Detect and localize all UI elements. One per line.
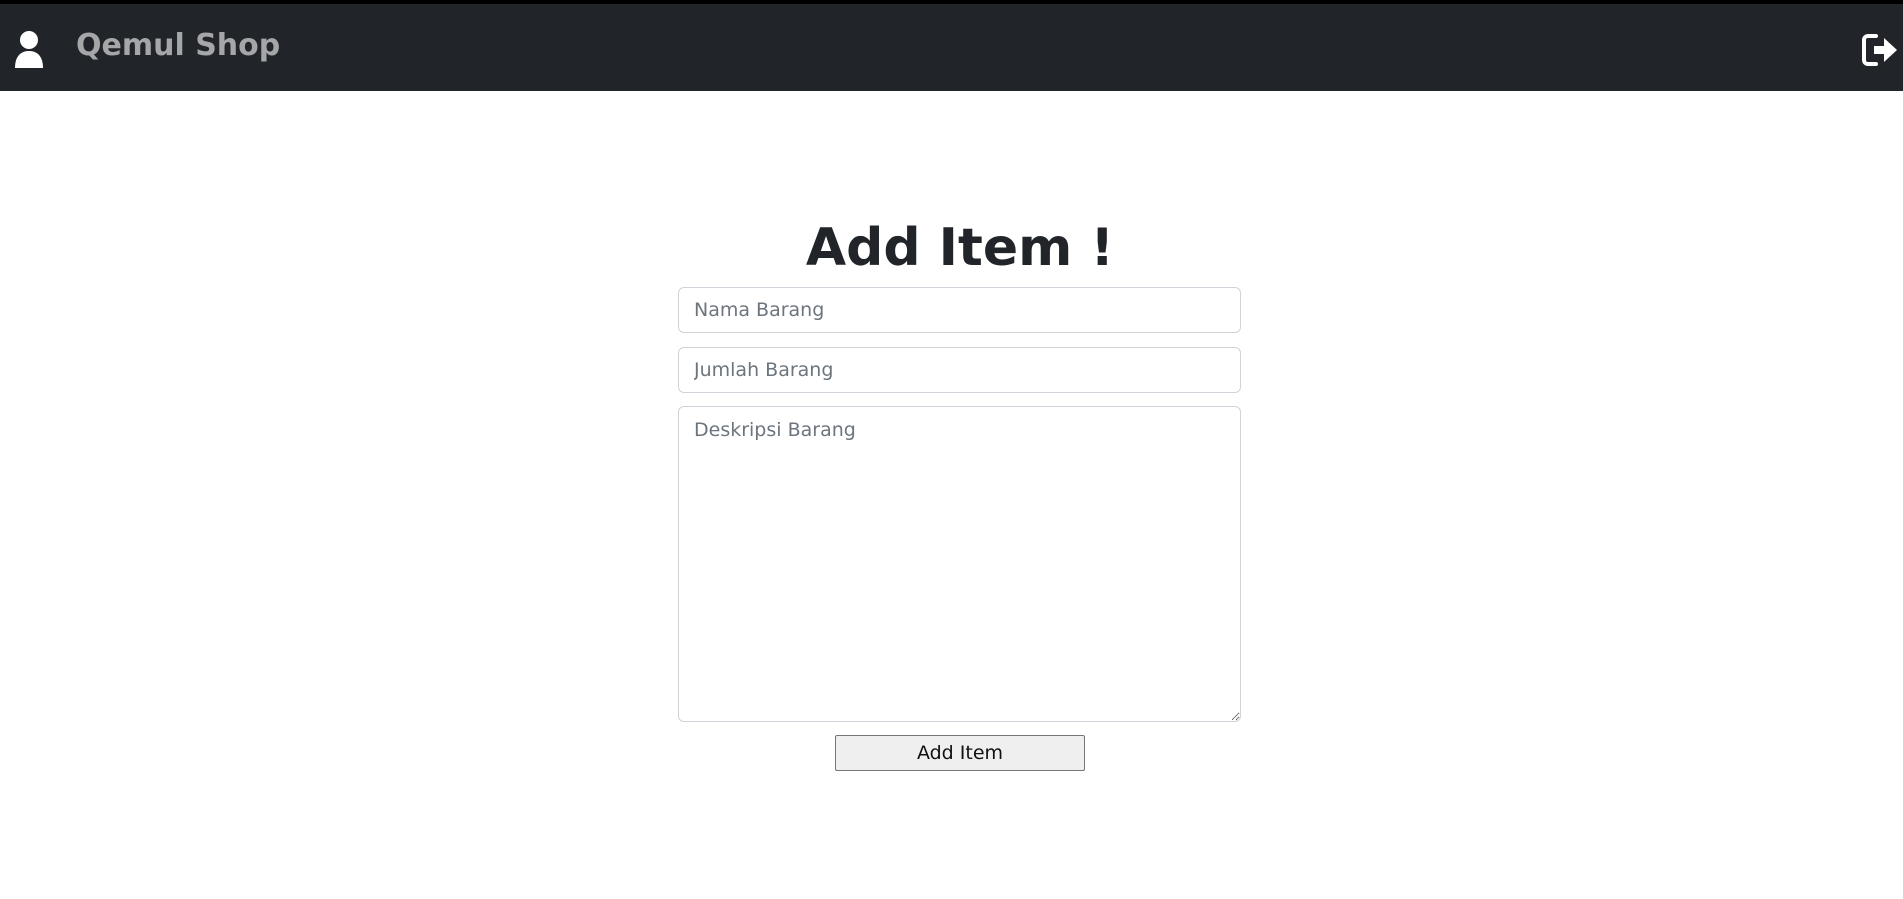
page-title: Add Item ! xyxy=(805,218,1115,278)
nama-barang-input[interactable] xyxy=(678,287,1241,333)
jumlah-barang-input[interactable] xyxy=(678,347,1241,393)
navbar: Qemul Shop xyxy=(0,0,1903,91)
user-icon xyxy=(13,30,45,70)
deskripsi-barang-textarea[interactable] xyxy=(678,406,1241,722)
add-item-button[interactable]: Add Item xyxy=(835,735,1085,771)
logout-icon[interactable] xyxy=(1862,33,1899,67)
brand-link[interactable]: Qemul Shop xyxy=(76,24,280,68)
